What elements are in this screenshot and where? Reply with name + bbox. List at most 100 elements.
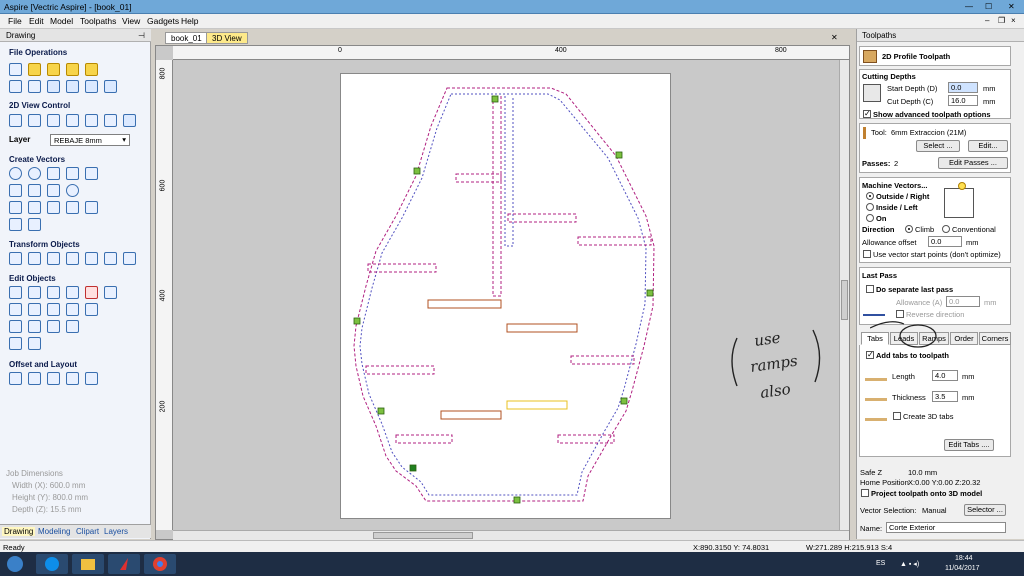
horizontal-scroll-thumb[interactable] [373,532,473,539]
ungroup-icon[interactable] [66,286,79,299]
delete-icon[interactable] [85,286,98,299]
fillet-icon[interactable] [28,320,41,333]
save-icon[interactable] [85,63,98,76]
bitmap-trace-icon[interactable] [66,201,79,214]
menu-view[interactable]: View [122,16,140,26]
measure-icon[interactable] [104,286,117,299]
open-file-icon[interactable] [28,63,41,76]
node-edit-icon[interactable] [28,286,41,299]
vertical-scrollbar[interactable] [839,60,849,530]
interpolate-icon[interactable] [66,320,79,333]
text-icon[interactable] [9,201,22,214]
spiral-icon[interactable] [66,184,79,197]
chrome-icon[interactable] [144,554,176,574]
distort-icon[interactable] [104,252,117,265]
language-indicator[interactable]: ES [876,560,885,567]
text-on-curve-icon[interactable] [28,201,41,214]
smooth-icon[interactable] [9,337,22,350]
show-advanced-checkbox[interactable] [863,109,871,118]
new-file-icon[interactable] [9,63,22,76]
align-icon[interactable] [28,252,41,265]
nesting-icon[interactable] [66,372,79,385]
import-icon[interactable] [66,63,79,76]
mdi-close-button[interactable]: × [1011,16,1016,25]
paste-icon[interactable] [66,80,79,93]
create-3d-tabs-checkbox[interactable] [893,412,901,420]
close-doc-icon[interactable]: ✕ [831,33,838,42]
menu-edit[interactable]: Edit [29,16,44,26]
circular-array-icon[interactable] [47,372,60,385]
star-icon[interactable] [85,167,98,180]
vertical-scroll-thumb[interactable] [841,280,848,320]
outside-right-radio[interactable] [866,192,874,200]
separate-last-pass-checkbox[interactable] [866,285,874,293]
close-button[interactable]: ✕ [1008,2,1015,11]
curve-icon[interactable] [47,184,60,197]
trace-tool-icon[interactable] [28,218,41,231]
rotate-icon[interactable] [66,252,79,265]
project-toolpath-checkbox[interactable] [861,489,869,497]
offset-icon[interactable] [9,372,22,385]
rectangle-icon[interactable] [47,167,60,180]
zoom-extents-icon[interactable] [47,114,60,127]
menu-help[interactable]: Help [181,16,198,26]
grid-icon[interactable] [85,114,98,127]
weld-icon[interactable] [9,303,22,316]
tab-thickness-input[interactable]: 3.5 [932,391,958,402]
array-copy-icon[interactable] [28,372,41,385]
start-depth-input[interactable]: 0.0 [948,82,978,93]
menu-gadgets[interactable]: Gadgets [147,16,179,26]
aspire-icon[interactable] [108,554,140,574]
tab-order[interactable]: Order [950,332,978,345]
2d-view-canvas[interactable]: 0 400 800 800 600 400 200 [155,45,850,540]
dogbone-icon[interactable] [28,337,41,350]
climb-radio[interactable] [905,225,913,233]
selector-button[interactable]: Selector ... [964,504,1006,516]
teamviewer-icon[interactable] [36,554,68,574]
menu-model[interactable]: Model [50,16,73,26]
zoom-box-icon[interactable] [66,114,79,127]
zoom-icon[interactable] [28,114,41,127]
menu-toolpaths[interactable]: Toolpaths [80,16,116,26]
scale-icon[interactable] [47,252,60,265]
set-origin-icon[interactable] [123,252,136,265]
tab-clipart[interactable]: Clipart [76,527,99,536]
toolpath-vectors[interactable] [156,46,849,539]
cut-depth-input[interactable]: 16.0 [948,95,978,106]
trim-icon[interactable] [85,303,98,316]
minimize-button[interactable]: — [965,2,973,11]
menu-file[interactable]: File [8,16,22,26]
toggle-view-icon[interactable] [123,114,136,127]
select-icon[interactable] [9,286,22,299]
ellipse-icon[interactable] [28,167,41,180]
tab-length-input[interactable]: 4.0 [932,370,958,381]
close-vector-icon[interactable] [66,303,79,316]
tab-modeling[interactable]: Modeling [38,527,70,536]
chamfer-icon[interactable] [47,320,60,333]
horizontal-scrollbar[interactable] [173,530,849,540]
circle-icon[interactable] [9,167,22,180]
start-button[interactable] [2,554,28,574]
mdi-restore-button[interactable]: ❐ [998,16,1005,25]
toolpath-name-input[interactable]: Corte Exterior [886,522,1006,533]
allowance-input[interactable]: 0.0 [928,236,962,247]
maximize-button[interactable]: ☐ [985,2,992,11]
tab-corners[interactable]: Corners [979,332,1011,345]
copy-icon[interactable] [47,80,60,93]
redo-icon[interactable] [104,80,117,93]
mirror-icon[interactable] [85,252,98,265]
tray-icons[interactable]: ▲ ▪ ◂) [900,560,919,568]
use-vector-start-checkbox[interactable] [863,250,871,258]
pin-icon[interactable]: ⊣ [138,31,145,40]
on-radio[interactable] [866,214,874,222]
polygon-icon[interactable] [66,167,79,180]
add-tabs-checkbox[interactable] [866,350,874,359]
open-folder-icon[interactable] [47,63,60,76]
draw-tool-icon[interactable] [9,218,22,231]
cut-icon[interactable] [28,80,41,93]
tab-3d-view[interactable]: 3D View [206,32,248,44]
file-explorer-icon[interactable] [72,554,104,574]
layer-dropdown[interactable]: REBAJE 8mm [50,134,130,146]
subtract-icon[interactable] [28,303,41,316]
polyline-icon[interactable] [9,184,22,197]
